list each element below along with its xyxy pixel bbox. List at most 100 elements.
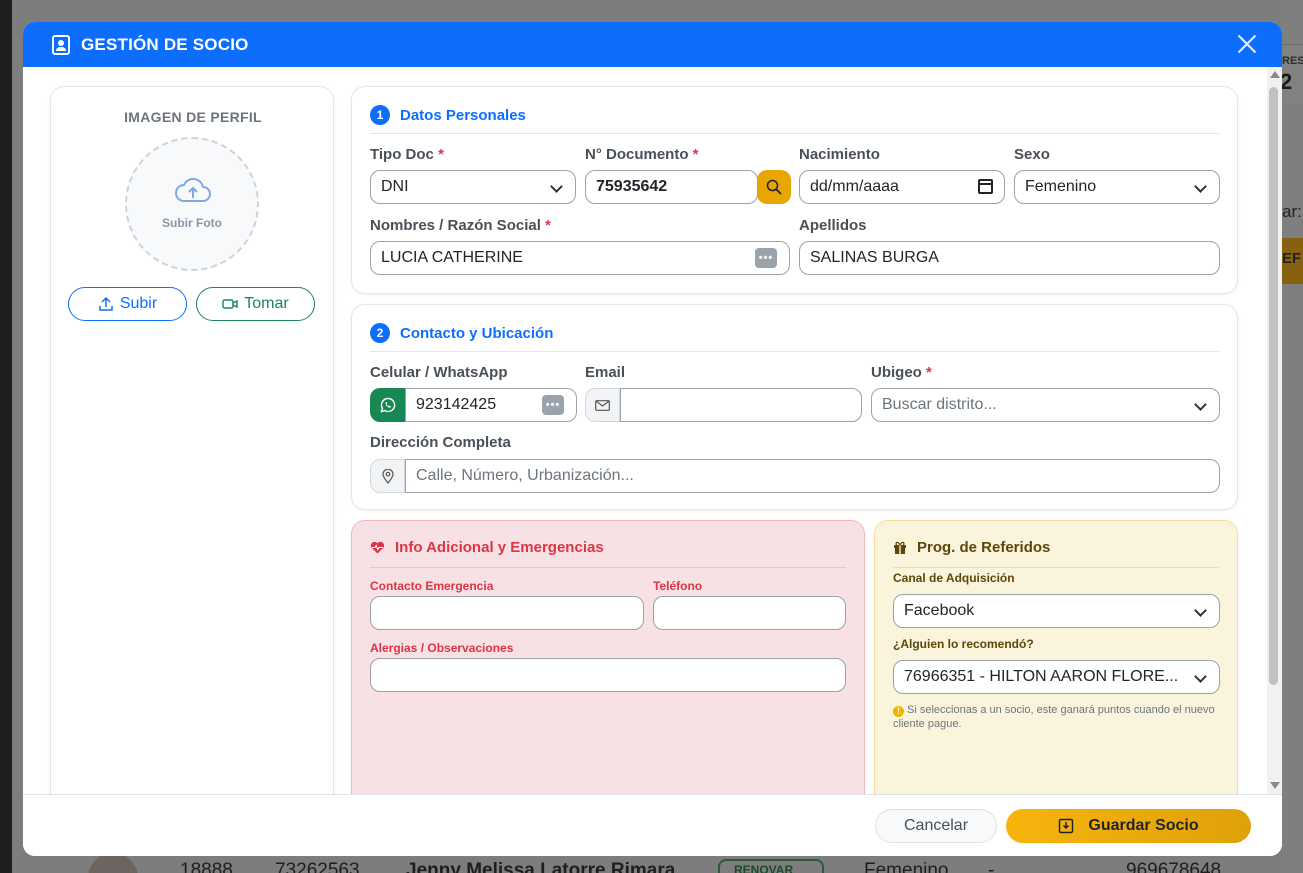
whatsapp-icon: [379, 397, 395, 413]
upload-button[interactable]: Subir: [68, 287, 187, 321]
cellphone-input[interactable]: 923142425 •••: [405, 388, 577, 422]
acquisition-channel-value: Facebook: [904, 602, 975, 619]
allergies-label: Alergias / Observaciones: [370, 641, 514, 655]
doc-type-value: DNI: [381, 178, 409, 195]
emergency-phone-label: Teléfono: [653, 579, 703, 593]
map-pin-icon: [381, 468, 394, 484]
address-label: Dirección Completa: [370, 434, 511, 451]
member-modal: GESTIÓN DE SOCIO IMAGEN DE PERFIL Subir …: [23, 22, 1282, 856]
emergency-phone-input[interactable]: [653, 596, 846, 630]
divider: [370, 567, 846, 568]
referrer-select[interactable]: 76966351 - HILTON AARON FLORE...: [893, 660, 1220, 694]
sex-select[interactable]: Femenino: [1014, 170, 1220, 204]
background-stat-card: RES 2: [1280, 44, 1303, 104]
address-placeholder: Calle, Número, Urbanización...: [416, 467, 634, 484]
modal-scrollbar[interactable]: [1267, 67, 1282, 794]
cloud-upload-icon: [175, 177, 211, 202]
doc-number-value: 75935642: [596, 178, 668, 195]
close-icon[interactable]: [1235, 32, 1259, 56]
calendar-icon[interactable]: [978, 179, 993, 194]
scroll-down-arrow-icon[interactable]: [1270, 782, 1280, 789]
modal-title: GESTIÓN DE SOCIO: [81, 35, 249, 54]
names-label: Nombres / Razón Social *: [370, 217, 551, 234]
profile-title: IMAGEN DE PERFIL: [124, 109, 262, 125]
whatsapp-addon: [370, 388, 405, 422]
chevron-down-icon: [1194, 604, 1207, 617]
divider: [893, 567, 1219, 568]
envelope-icon: [595, 399, 610, 411]
doc-type-select[interactable]: DNI: [370, 170, 576, 204]
birthdate-label: Nacimiento: [799, 146, 880, 163]
scrollbar-thumb[interactable]: [1269, 87, 1278, 685]
section-title: Contacto y Ubicación: [400, 324, 554, 342]
email-addon: [585, 388, 620, 422]
chevron-down-icon: [550, 180, 563, 193]
take-photo-button[interactable]: Tomar: [196, 287, 315, 321]
background-badge: EF: [1282, 238, 1303, 284]
contact-card: 2 Contacto y Ubicación Celular / WhatsAp…: [351, 304, 1238, 510]
section-title: Info Adicional y Emergencias: [395, 539, 604, 556]
section-header: 1 Datos Personales: [370, 105, 526, 125]
modal-header: GESTIÓN DE SOCIO: [23, 22, 1282, 67]
section-header: Info Adicional y Emergencias: [370, 539, 604, 556]
section-title: Prog. de Referidos: [917, 539, 1051, 556]
save-member-button-label: Guardar Socio: [1088, 817, 1199, 834]
divider: [370, 351, 1219, 352]
email-label: Email: [585, 364, 626, 381]
upload-photo-label: Subir Foto: [162, 216, 222, 230]
save-member-button[interactable]: Guardar Socio: [1006, 809, 1251, 843]
search-document-button[interactable]: [757, 170, 791, 204]
personal-data-card: 1 Datos Personales Tipo Doc * DNI N° Doc…: [351, 86, 1238, 294]
section-header: Prog. de Referidos: [893, 539, 1050, 556]
row-name: Jenny Melissa Latorre Rimara: [406, 860, 676, 873]
scroll-up-arrow-icon[interactable]: [1270, 71, 1280, 78]
background-filter-label: ar:: [1282, 202, 1302, 221]
background-sidebar: [0, 0, 12, 873]
step-number: 2: [370, 323, 390, 343]
gift-icon: [894, 541, 906, 554]
surnames-input[interactable]: SALINAS BURGA: [799, 241, 1220, 275]
row-phone: 969678648: [1126, 860, 1222, 873]
camera-video-icon: [222, 299, 238, 309]
emergency-contact-input[interactable]: [370, 596, 644, 630]
id-badge-icon: [52, 35, 70, 55]
step-number: 1: [370, 105, 390, 125]
photo-dropzone[interactable]: Subir Foto: [125, 137, 259, 271]
address-addon: [370, 459, 405, 493]
referral-note: ! Si seleccionas a un socio, este ganará …: [893, 703, 1223, 731]
birthdate-placeholder: dd/mm/aaaa: [810, 178, 899, 195]
sex-label: Sexo: [1014, 146, 1050, 163]
names-input[interactable]: LUCIA CATHERINE •••: [370, 241, 790, 275]
referral-card: Prog. de Referidos Canal de Adquisición …: [874, 520, 1238, 794]
acquisition-channel-select[interactable]: Facebook: [893, 594, 1220, 628]
profile-image-card: IMAGEN DE PERFIL Subir Foto Subir Tomar: [50, 86, 334, 794]
save-download-icon: [1059, 818, 1074, 834]
emergency-contact-label: Contacto Emergencia: [370, 579, 494, 593]
email-input[interactable]: [620, 388, 862, 422]
chevron-down-icon: [1194, 670, 1207, 683]
divider: [370, 133, 1219, 134]
status-badge: RENOVAR: [718, 859, 824, 873]
address-input[interactable]: Calle, Número, Urbanización...: [405, 459, 1220, 493]
chevron-down-icon: [1194, 398, 1207, 411]
cellphone-value: 923142425: [416, 396, 497, 413]
row-id: 18888: [180, 860, 233, 873]
section-title: Datos Personales: [400, 106, 526, 124]
ubigeo-select[interactable]: Buscar distrito...: [871, 388, 1220, 422]
referrer-label: ¿Alguien lo recomendó?: [893, 637, 1034, 651]
allergies-input[interactable]: [370, 658, 846, 692]
cellphone-label: Celular / WhatsApp: [370, 364, 508, 381]
background-right-panel: RES 2 ar: EF: [1280, 0, 1303, 873]
doc-number-input[interactable]: 75935642: [585, 170, 758, 204]
info-icon: !: [893, 706, 904, 717]
autofill-icon[interactable]: •••: [755, 248, 777, 268]
names-value: LUCIA CATHERINE: [381, 249, 523, 266]
section-header: 2 Contacto y Ubicación: [370, 323, 553, 343]
cancel-button[interactable]: Cancelar: [875, 809, 997, 843]
modal-footer: Cancelar Guardar Socio: [23, 794, 1282, 856]
surnames-value: SALINAS BURGA: [810, 249, 939, 266]
ubigeo-label: Ubigeo *: [871, 364, 932, 381]
autofill-icon[interactable]: •••: [542, 395, 564, 415]
birthdate-input[interactable]: dd/mm/aaaa: [799, 170, 1005, 204]
take-photo-button-label: Tomar: [244, 295, 289, 312]
